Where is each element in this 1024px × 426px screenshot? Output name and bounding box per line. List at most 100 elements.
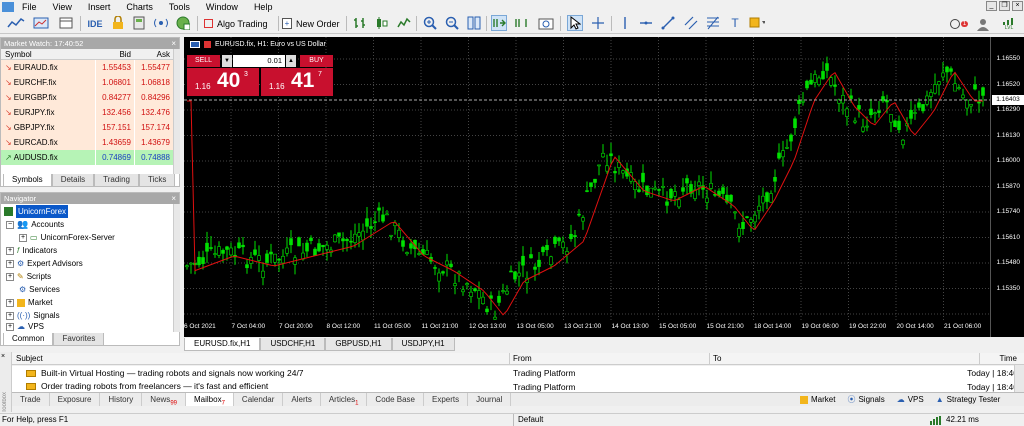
text-tool-icon[interactable]: T [727,15,743,31]
signal-broadcast-icon[interactable] [153,15,169,31]
collapse-icon[interactable]: − [6,220,14,229]
toolbox-tab-articles[interactable]: Articles1 [321,393,368,407]
col-to[interactable]: To [710,353,980,364]
line-chart-type-icon[interactable] [396,15,412,31]
market-watch-scrollbar[interactable] [173,49,180,174]
col-bid[interactable]: Bid [95,49,134,59]
line-chart-icon[interactable] [4,15,28,31]
menu-window[interactable]: Window [198,2,246,12]
buy-button[interactable]: BUY [300,55,333,67]
market-globe-icon[interactable] [175,15,191,31]
toolbox-tab-journal[interactable]: Journal [468,393,512,406]
market-watch-row[interactable]: ↘ EURAUD.fix 1.55453 1.55477 [1,60,173,75]
close-icon[interactable]: × [1012,1,1023,11]
auto-scroll-icon[interactable] [491,15,507,31]
col-subject[interactable]: Subject [12,353,510,364]
buy-price-box[interactable]: 1.16 41 7 [261,68,333,96]
signals-link[interactable]: ⦿ Signals [847,393,884,406]
lot-up-icon[interactable]: ▲ [286,55,296,67]
toolbox-tab-mailbox[interactable]: Mailbox7 [186,393,234,407]
toolbox-tab-trade[interactable]: Trade [12,393,50,406]
market-watch-row[interactable]: ↘ EURCAD.fix 1.43659 1.43679 [1,135,173,150]
toolbox-tab-calendar[interactable]: Calendar [234,393,284,406]
col-ask[interactable]: Ask [134,49,173,59]
mailbox-scrollbar[interactable] [1014,365,1024,392]
tab-ticks[interactable]: Ticks [138,174,176,187]
sell-price-box[interactable]: 1.16 40 3 [187,68,259,96]
zoom-out-icon[interactable] [444,15,460,31]
tab-symbols[interactable]: Symbols [3,174,52,187]
ide-button[interactable]: IDE [85,15,105,32]
bar-chart-icon[interactable] [352,15,368,31]
chart-area[interactable]: EURUSD.fix, H1: Euro vs US Dollar SELL ▼… [184,37,990,337]
tab-trading[interactable]: Trading [94,174,139,187]
toolbox-close-icon[interactable]: × [1,353,5,360]
market-watch-row[interactable]: ↘ EURCHF.fix 1.06801 1.06818 [1,75,173,90]
expand-icon[interactable]: + [6,272,14,281]
lot-input[interactable]: 0.01 [233,55,285,67]
nav-market[interactable]: + Market [6,296,52,309]
nav-signals[interactable]: + ((·)) Signals [6,309,60,322]
nav-services[interactable]: ⚙ Services [19,283,60,296]
calculator-icon[interactable] [131,15,147,31]
toolbox-tab-alerts[interactable]: Alerts [283,393,321,406]
zoom-in-icon[interactable] [422,15,438,31]
toolbox-tab-code-base[interactable]: Code Base [367,393,425,406]
chart-tab-gbpusd[interactable]: GBPUSD,H1 [325,338,392,351]
toolbox-tab-news[interactable]: News99 [142,393,186,407]
nav-scripts[interactable]: + ✎ Scripts [6,270,51,283]
tile-windows-icon[interactable] [466,15,482,31]
account-avatar-icon[interactable] [972,15,994,32]
chart-tab-eurusd[interactable]: EURUSD.fix,H1 [184,338,261,351]
crosshair-icon[interactable] [590,15,606,31]
market-link[interactable]: Market [800,393,835,406]
nav-root[interactable]: UnicornForex [4,205,69,218]
sell-button[interactable]: SELL [187,55,220,67]
screenshot-camera-icon[interactable] [538,15,554,31]
expand-icon[interactable]: + [6,246,14,255]
candlestick-icon[interactable] [374,15,390,31]
algo-trading-button[interactable]: Algo Trading [204,15,274,32]
restore-icon[interactable]: ❐ [999,1,1010,11]
expand-icon[interactable]: + [19,233,27,242]
channel-icon[interactable] [683,15,699,31]
fibonacci-icon[interactable] [705,15,721,31]
mail-row[interactable]: Order trading robots from freelancers — … [12,380,1024,392]
cursor-arrow-icon[interactable] [567,15,583,31]
tab-favorites[interactable]: Favorites [53,333,105,346]
tab-common[interactable]: Common [3,333,54,346]
mail-row[interactable]: Built-in Virtual Hosting — trading robot… [12,366,1024,380]
nav-server[interactable]: + ▭ UnicornForex-Server [19,231,115,244]
horizontal-line-icon[interactable] [638,15,654,31]
navigator-scrollbar[interactable] [173,204,180,332]
chart-shift-icon[interactable] [513,15,529,31]
toolbox-tab-experts[interactable]: Experts [424,393,469,406]
tab-details[interactable]: Details [51,174,95,187]
menu-insert[interactable]: Insert [80,2,119,12]
minimize-icon[interactable]: _ [986,1,997,11]
menu-charts[interactable]: Charts [118,2,161,12]
market-watch-close-icon[interactable]: × [171,39,176,48]
strategy-tester-link[interactable]: ▲ Strategy Tester [936,393,1001,406]
navigator-close-icon[interactable]: × [171,194,176,203]
chart-tab-usdjpy[interactable]: USDJPY,H1 [391,338,455,351]
toolbox-tab-history[interactable]: History [100,393,143,406]
time-axis[interactable]: 6 Oct 2021 7 Oct 04:00 7 Oct 20:00 8 Oct 12… [184,320,990,337]
col-symbol[interactable]: Symbol [1,49,95,59]
expand-icon[interactable]: + [6,322,14,331]
lot-down-icon[interactable]: ▼ [222,55,232,67]
nav-expert-advisors[interactable]: + ⚙ Expert Advisors [6,257,83,270]
chart-menu-icon[interactable] [204,41,211,48]
col-time[interactable]: Time [980,353,1020,364]
lock-icon[interactable] [110,15,126,31]
notifications-button[interactable]: 1 [948,15,970,32]
price-axis[interactable]: 1.16403 1.16550 1.16520 1.16290 1.16130 1.16… [990,37,1024,337]
menu-file[interactable]: File [14,2,45,12]
profiles-icon[interactable] [56,15,76,31]
col-from[interactable]: From [510,353,710,364]
toolbox-tab-exposure[interactable]: Exposure [50,393,101,406]
trend-line-icon[interactable] [660,15,676,31]
market-watch-row[interactable]: ↘ EURGBP.fix 0.84277 0.84296 [1,90,173,105]
menu-help[interactable]: Help [246,2,281,12]
shapes-icon[interactable] [749,15,765,31]
